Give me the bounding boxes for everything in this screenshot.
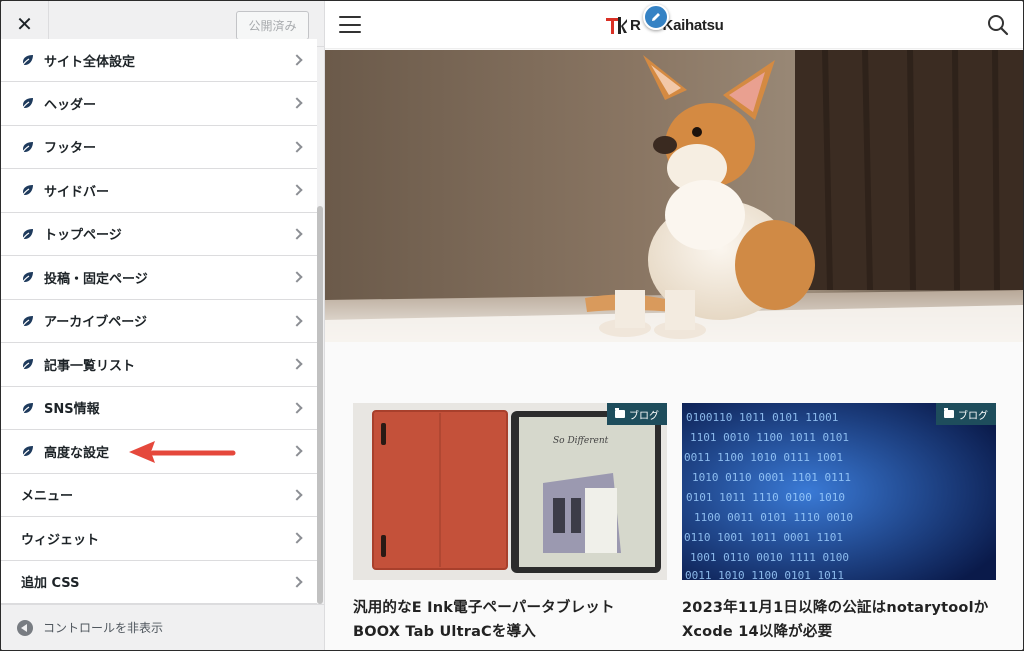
panel-archive-page[interactable]: アーカイブページ: [1, 299, 317, 343]
panel-label: 投稿・固定ページ: [44, 271, 148, 287]
cocoon-leaf-icon: [21, 357, 35, 371]
cocoon-leaf-icon: [21, 314, 35, 328]
svg-text:0100110 1011 0101 11001: 0100110 1011 0101 11001: [686, 411, 838, 424]
red-arrow-annotation: [129, 441, 236, 463]
panel-label: サイト全体設定: [44, 54, 136, 70]
svg-text:0011 1100 1010 0111 1001: 0011 1100 1010 0111 1001: [684, 451, 843, 464]
article-title-line: 汎用的なE Ink電子ペーパータブレット: [353, 600, 615, 616]
panel-label: 追加 CSS: [21, 576, 80, 592]
panel-sidebar[interactable]: サイドバー: [1, 169, 317, 213]
panel-label: ウィジェット: [21, 532, 100, 548]
chevron-right-icon: [291, 141, 303, 153]
svg-text:0110 1001 1011 0001 1101: 0110 1001 1011 0001 1101: [684, 531, 843, 544]
cocoon-leaf-icon: [21, 444, 35, 458]
panel-label: ヘッダー: [44, 97, 97, 113]
article-title[interactable]: 2023年11月1日以降の公証はnotarytoolか Xcode 14以降が必…: [682, 596, 996, 644]
panel-label: トップページ: [44, 228, 122, 244]
category-tag[interactable]: ブログ: [936, 403, 996, 425]
browser-window: ✕ 公開済み サイト全体設定 ヘッダー フッター サイドバー トップページ 投稿…: [1, 1, 1023, 650]
category-tag[interactable]: ブログ: [607, 403, 667, 425]
collapse-label: コントロールを非表示: [43, 621, 164, 635]
svg-text:0011 1010 1100 0101 1011: 0011 1010 1100 0101 1011: [685, 569, 844, 580]
edit-shortcut-pencil-icon[interactable]: [643, 4, 669, 30]
hamburger-menu-icon[interactable]: [339, 16, 361, 33]
panel-widgets[interactable]: ウィジェット: [1, 517, 317, 561]
chevron-right-icon: [291, 445, 303, 457]
sidebar-scrollbar[interactable]: [317, 206, 323, 604]
chevron-right-icon: [291, 315, 303, 327]
chevron-right-icon: [291, 97, 303, 109]
hero-image-chihuahua: [325, 50, 1023, 342]
cocoon-leaf-icon: [21, 96, 35, 110]
chevron-right-icon: [291, 489, 303, 501]
chevron-right-icon: [291, 532, 303, 544]
collapse-arrow-icon: [17, 619, 33, 636]
panel-site-settings[interactable]: サイト全体設定: [1, 39, 317, 82]
folder-icon: [944, 408, 954, 418]
cocoon-leaf-icon: [21, 270, 35, 284]
panel-posts-pages[interactable]: 投稿・固定ページ: [1, 256, 317, 300]
chevron-right-icon: [291, 271, 303, 283]
panel-label: フッター: [44, 141, 97, 157]
customizer-panel-list: サイト全体設定 ヘッダー フッター サイドバー トップページ 投稿・固定ページ …: [1, 39, 317, 604]
panel-label: アーカイブページ: [44, 315, 147, 331]
chevron-right-icon: [291, 358, 303, 370]
panel-footer[interactable]: フッター: [1, 125, 317, 169]
svg-text:0101 1011 1110 0100 1010: 0101 1011 1110 0100 1010: [686, 491, 845, 504]
panel-article-list[interactable]: 記事一覧リスト: [1, 343, 317, 387]
cocoon-leaf-icon: [21, 183, 35, 197]
panel-sns-info[interactable]: SNS情報: [1, 386, 317, 430]
article-thumbnail: So Different ブログ: [353, 403, 667, 580]
cocoon-leaf-icon: [21, 401, 35, 415]
article-thumbnail: 0100110 1011 0101 11001 1101 0010 1100 1…: [682, 403, 996, 580]
article-title-line: 2023年11月1日以降の公証はnotarytoolか: [682, 600, 989, 616]
panel-label: SNS情報: [44, 402, 100, 418]
category-label: ブログ: [958, 410, 988, 422]
category-label: ブログ: [629, 410, 659, 422]
cocoon-leaf-icon: [21, 227, 35, 241]
chevron-right-icon: [291, 402, 303, 414]
chevron-right-icon: [291, 54, 303, 66]
svg-text:1001 0110 0010 1111 0100: 1001 0110 0010 1111 0100: [690, 551, 849, 564]
svg-text:1100 0011 0101 1110 0010: 1100 0011 0101 1110 0010: [694, 511, 853, 524]
logo-mark-icon: [606, 14, 628, 36]
chevron-right-icon: [291, 228, 303, 240]
panel-label: 記事一覧リスト: [44, 358, 136, 374]
article-card[interactable]: So Different ブログ 汎用的なE Ink電子ペーパータブレット BO…: [353, 403, 667, 644]
svg-text:1101 0010 1100 1011 0101: 1101 0010 1100 1011 0101: [690, 431, 849, 444]
chevron-right-icon: [291, 184, 303, 196]
article-card[interactable]: 0100110 1011 0101 11001 1101 0010 1100 1…: [682, 403, 996, 644]
logo-prefix: R: [630, 16, 641, 34]
collapse-controls-button[interactable]: コントロールを非表示: [1, 604, 324, 650]
panel-label: サイドバー: [44, 184, 110, 200]
chevron-right-icon: [291, 576, 303, 588]
site-preview: R Kaihatsu So Different ブログ 汎用的なE Ink電子ペ…: [325, 1, 1023, 650]
folder-icon: [615, 408, 625, 418]
publish-button[interactable]: 公開済み: [236, 11, 309, 40]
svg-text:So Different: So Different: [553, 436, 609, 446]
article-title-line: Xcode 14以降が必要: [682, 624, 833, 640]
svg-text:1010 0110 0001 1101 0111: 1010 0110 0001 1101 0111: [692, 471, 851, 484]
panel-header[interactable]: ヘッダー: [1, 82, 317, 126]
article-title[interactable]: 汎用的なE Ink電子ペーパータブレット BOOX Tab UltraCを導入: [353, 596, 667, 644]
panel-menus[interactable]: メニュー: [1, 473, 317, 517]
article-title-line: BOOX Tab UltraCを導入: [353, 624, 537, 640]
cocoon-leaf-icon: [21, 53, 35, 67]
search-icon[interactable]: [987, 14, 1009, 36]
panel-top-page[interactable]: トップページ: [1, 212, 317, 256]
customizer-sidebar: ✕ 公開済み サイト全体設定 ヘッダー フッター サイドバー トップページ 投稿…: [1, 1, 325, 650]
logo-text: Kaihatsu: [662, 16, 724, 34]
cocoon-leaf-icon: [21, 140, 35, 154]
site-header: R Kaihatsu: [325, 1, 1023, 49]
panel-label: 高度な設定: [44, 445, 110, 461]
panel-additional-css[interactable]: 追加 CSS: [1, 560, 317, 604]
panel-label: メニュー: [21, 489, 74, 505]
